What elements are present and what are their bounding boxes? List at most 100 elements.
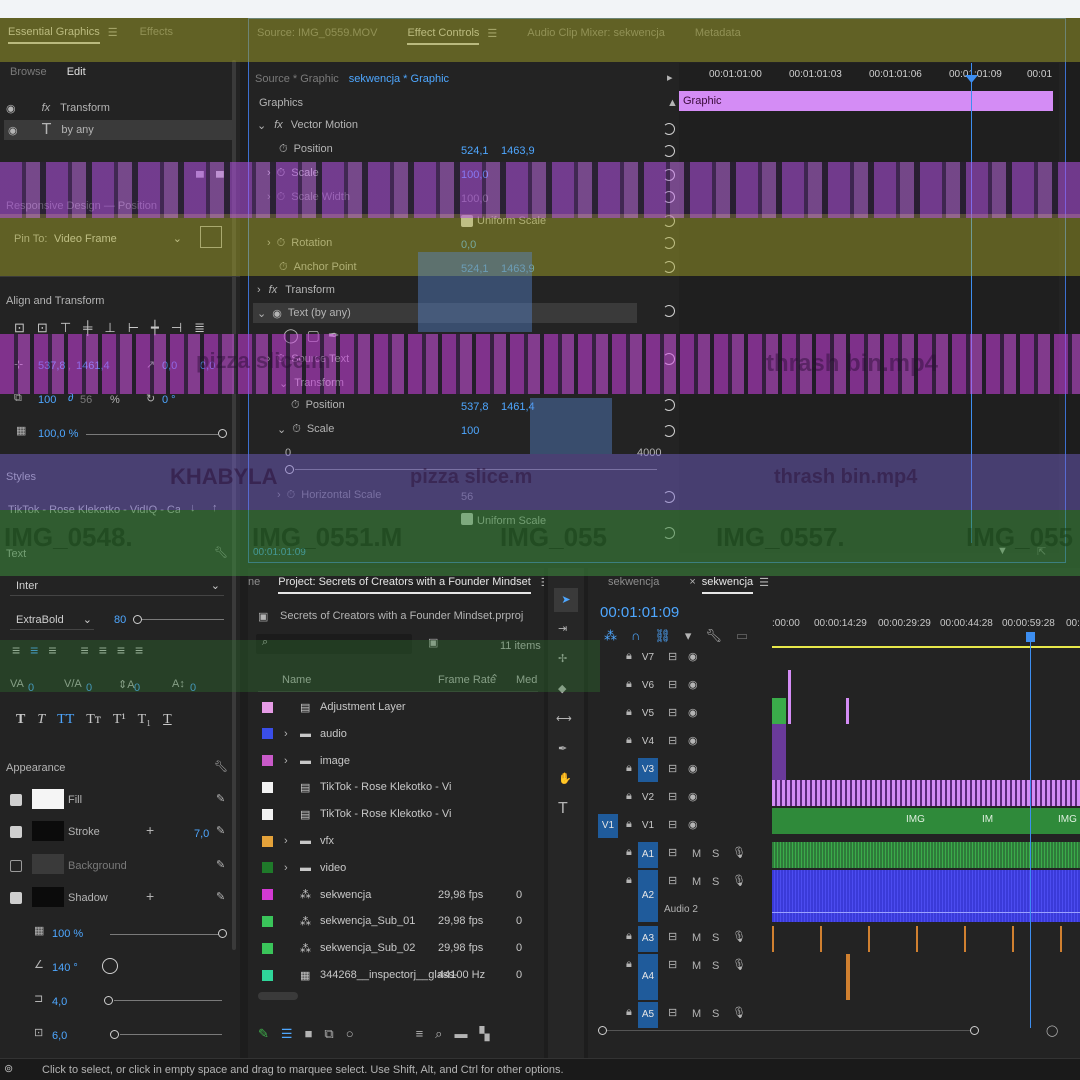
- project-item[interactable]: › ▬ image: [258, 748, 528, 774]
- slip-tool-icon[interactable]: ⟷: [556, 712, 572, 725]
- justify-right-icon[interactable]: ≡: [117, 642, 125, 658]
- microphone-icon[interactable]: 🎙︎: [732, 958, 746, 971]
- sync-lock-icon[interactable]: ⊟: [668, 846, 677, 859]
- leading-field[interactable]: 0: [134, 682, 140, 694]
- lock-icon[interactable]: 🔒︎: [626, 706, 632, 719]
- new-bin-from-search-icon[interactable]: ▣: [428, 636, 438, 649]
- timeline-zoom-scrollbar[interactable]: [598, 1026, 979, 1040]
- selection-tool-icon[interactable]: ➤: [554, 588, 578, 612]
- reset-icon[interactable]: [663, 527, 675, 539]
- solo-button[interactable]: S: [712, 848, 719, 860]
- pen-icon[interactable]: ✎: [258, 1026, 269, 1042]
- lock-icon[interactable]: 🔒︎: [626, 930, 632, 943]
- stopwatch-icon[interactable]: ⏱︎: [287, 489, 296, 502]
- ripple-edit-tool-icon[interactable]: ✢: [558, 652, 567, 665]
- push-style-icon[interactable]: ↑: [212, 502, 218, 514]
- lock-icon[interactable]: 🔒︎: [626, 734, 632, 747]
- justify-center-icon[interactable]: ≡: [99, 642, 107, 658]
- tab-partial[interactable]: ne: [248, 576, 260, 588]
- ellipse-mask-icon[interactable]: ◯: [283, 327, 299, 344]
- track-label-v4[interactable]: V4: [638, 730, 658, 754]
- sync-lock-icon[interactable]: ⊟: [668, 930, 677, 943]
- solo-button[interactable]: S: [712, 932, 719, 944]
- ec-playhead[interactable]: [971, 63, 972, 543]
- stroke-color-swatch[interactable]: [32, 821, 64, 841]
- project-item[interactable]: ⁂ sekwencja_Sub_02 29,98 fps 0: [258, 935, 528, 961]
- automate-icon[interactable]: ⌕: [435, 1026, 442, 1042]
- track-label-v3[interactable]: V3: [638, 758, 658, 782]
- lock-icon[interactable]: 🔒︎: [626, 790, 632, 803]
- distribute-icon[interactable]: ≣: [194, 320, 205, 336]
- panel-scrollbar[interactable]: [232, 60, 236, 950]
- stopwatch-icon[interactable]: ⏱︎: [277, 191, 286, 204]
- track-label-a3[interactable]: A3: [638, 926, 658, 952]
- chevron-right-icon[interactable]: ›: [257, 284, 261, 296]
- solo-button[interactable]: S: [712, 876, 719, 888]
- chevron-right-icon[interactable]: ›: [284, 862, 288, 874]
- stroke-width-field[interactable]: 7,0: [194, 828, 209, 840]
- new-layer-icon[interactable]: ▀: [196, 172, 204, 184]
- project-item[interactable]: › ▬ vfx: [258, 828, 528, 854]
- shadow-blur-knob[interactable]: [110, 1030, 119, 1039]
- subtab-edit[interactable]: Edit: [67, 66, 86, 78]
- align-left-icon[interactable]: ⊢: [128, 320, 139, 336]
- linked-selection-icon[interactable]: ⛓: [654, 628, 671, 644]
- position-x-value[interactable]: 524,1: [461, 145, 489, 157]
- eyedropper-icon[interactable]: ✎: [216, 824, 225, 837]
- bold-icon[interactable]: T: [16, 712, 25, 728]
- clip-a2-audio[interactable]: [772, 870, 1080, 922]
- microphone-icon[interactable]: 🎙︎: [732, 846, 746, 859]
- chevron-right-icon[interactable]: ›: [267, 191, 271, 204]
- clip-a3-sfx[interactable]: [772, 926, 1080, 952]
- new-item-icon[interactable]: ▀: [216, 172, 224, 184]
- anchor-rotation-field[interactable]: 0,0: [200, 360, 215, 372]
- font-family-select[interactable]: Inter ⌄: [10, 576, 224, 596]
- clip-a1-audio[interactable]: [772, 842, 1080, 868]
- clip-adjustment-2[interactable]: [846, 698, 849, 724]
- shadow-opacity-field[interactable]: 100 %: [52, 928, 83, 940]
- sync-lock-icon[interactable]: ⊟: [668, 650, 677, 663]
- source-clip-label[interactable]: Source * Graphic: [255, 73, 339, 85]
- shadow-angle-dial[interactable]: [102, 958, 118, 974]
- source-patch-v1[interactable]: V1: [598, 814, 618, 838]
- tab-source[interactable]: Source: IMG_0559.MOV: [257, 27, 377, 39]
- mute-button[interactable]: M: [692, 960, 701, 972]
- eye-icon[interactable]: ◉: [688, 762, 698, 775]
- stopwatch-icon[interactable]: ⏱︎: [291, 399, 300, 412]
- settings-wrench-icon[interactable]: 🔧︎: [705, 628, 722, 644]
- align-middle-icon[interactable]: ╪: [83, 320, 92, 336]
- link-icon[interactable]: ∂: [68, 392, 73, 404]
- stopwatch-icon[interactable]: ⏱︎: [277, 237, 286, 250]
- kerning-field[interactable]: 0: [28, 682, 34, 694]
- fill-checkbox[interactable]: [10, 794, 22, 806]
- mute-button[interactable]: M: [692, 932, 701, 944]
- clip-v3-v4[interactable]: [772, 724, 786, 780]
- project-horizontal-scrollbar[interactable]: [258, 992, 298, 1000]
- freeform-view-icon[interactable]: ⧉: [324, 1026, 333, 1042]
- sync-lock-icon[interactable]: ⊟: [668, 762, 677, 775]
- tracking-field[interactable]: 0: [86, 682, 92, 694]
- lock-icon[interactable]: 🔒︎: [626, 1006, 632, 1019]
- list-view-icon[interactable]: ☰: [281, 1026, 293, 1042]
- panel-menu-icon[interactable]: ☰: [759, 576, 769, 589]
- eyedropper-icon[interactable]: ✎: [216, 792, 225, 805]
- microphone-icon[interactable]: 🎙︎: [732, 1006, 746, 1019]
- scale-width-value[interactable]: 100,0: [461, 193, 489, 205]
- chevron-right-icon[interactable]: ›: [277, 489, 281, 502]
- track-label-v7[interactable]: V7: [638, 646, 658, 670]
- lock-icon[interactable]: 🔒︎: [626, 818, 632, 831]
- text-scale-value[interactable]: 100: [461, 425, 479, 437]
- italic-icon[interactable]: T: [37, 712, 45, 728]
- clip-a4-sfx[interactable]: [846, 954, 850, 1000]
- text-scale-slider[interactable]: [295, 469, 657, 470]
- eye-icon[interactable]: ◉: [272, 307, 282, 320]
- timeline-playhead-handle[interactable]: [1026, 632, 1035, 642]
- reset-icon[interactable]: [663, 215, 675, 227]
- pen-tool-icon[interactable]: ✒: [558, 742, 567, 755]
- track-label-v1[interactable]: V1: [638, 814, 658, 838]
- hand-tool-icon[interactable]: ✋: [558, 772, 572, 785]
- layer-transform[interactable]: ◉ fx Transform: [6, 98, 232, 118]
- solo-button[interactable]: S: [712, 960, 719, 972]
- eye-icon[interactable]: ◉: [688, 818, 698, 831]
- tab-effect-controls[interactable]: Effect Controls: [407, 27, 479, 45]
